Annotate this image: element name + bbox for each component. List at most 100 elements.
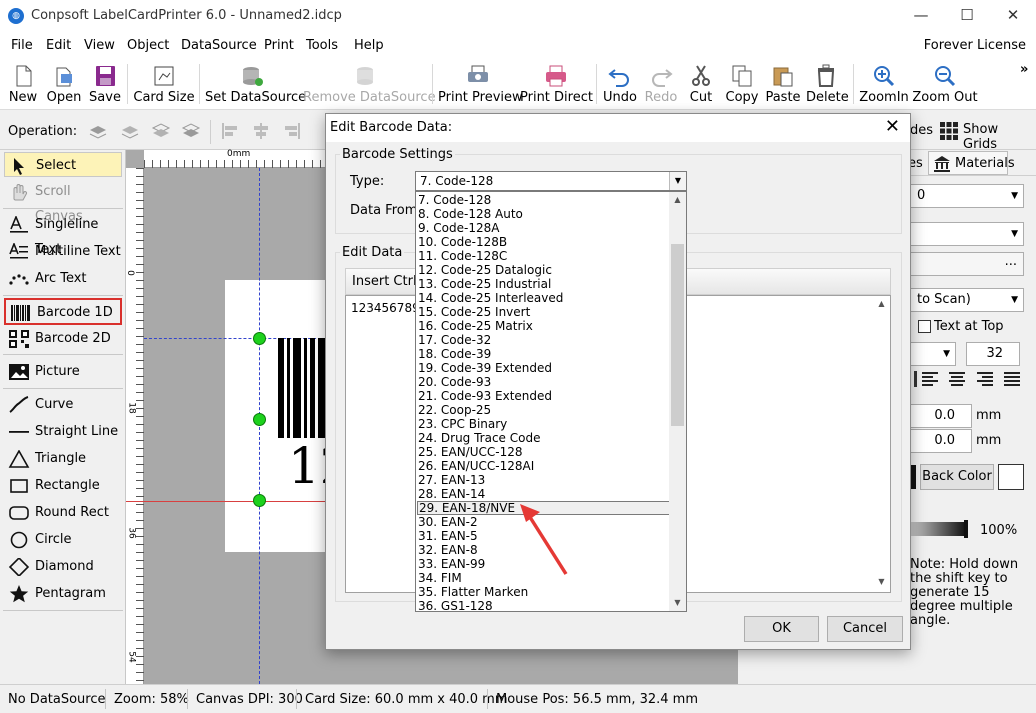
layer-up-icon[interactable] — [88, 122, 108, 140]
print-direct-button[interactable]: Print Direct — [520, 58, 593, 110]
menu-file[interactable]: File — [11, 38, 33, 53]
chevron-down-icon[interactable]: ▼ — [669, 172, 686, 190]
list-item[interactable]: 8. Code-128 Auto — [417, 207, 670, 221]
back-color-button[interactable]: Back Color — [920, 464, 994, 490]
resize-handle[interactable] — [253, 494, 266, 507]
list-item[interactable]: 25. EAN/UCC-128 — [417, 445, 670, 459]
text-align-icons[interactable] — [922, 371, 1028, 387]
dropdown-scrollbar[interactable]: ▲ ▼ — [669, 192, 686, 611]
minimize-button[interactable]: — — [898, 0, 944, 32]
list-item[interactable]: 23. CPC Binary — [417, 417, 670, 431]
align-right-icon[interactable] — [282, 122, 302, 140]
tool-barcode-1d[interactable]: Barcode 1D — [4, 298, 122, 325]
list-item[interactable]: 12. Code-25 Datalogic — [417, 263, 670, 277]
list-item[interactable]: 35. Flatter Marken — [417, 585, 670, 599]
remove-datasource-button[interactable]: Remove DataSource — [303, 58, 436, 110]
y-offset-stepper[interactable]: 0.0 — [910, 429, 972, 453]
zoom-in-button[interactable]: ZoomIn — [859, 58, 909, 110]
save-button[interactable]: Save — [88, 58, 122, 110]
close-button[interactable]: ✕ — [990, 0, 1036, 32]
tool-select[interactable]: Select — [4, 152, 122, 177]
list-item[interactable]: 13. Code-25 Industrial — [417, 277, 670, 291]
list-item[interactable]: 14. Code-25 Interleaved — [417, 291, 670, 305]
tool-curve[interactable]: Curve — [4, 392, 122, 417]
new-button[interactable]: New — [4, 58, 42, 110]
tool-pentagram[interactable]: Pentagram — [4, 581, 122, 606]
zoom-out-button[interactable]: Zoom Out — [912, 58, 978, 110]
back-color-swatch[interactable] — [998, 464, 1024, 490]
menu-view[interactable]: View — [84, 38, 115, 53]
list-item[interactable]: 27. EAN-13 — [417, 473, 670, 487]
tool-triangle[interactable]: Triangle — [4, 446, 122, 471]
list-item[interactable]: 10. Code-128B — [417, 235, 670, 249]
guides-label[interactable]: des — [910, 123, 933, 138]
tool-diamond[interactable]: Diamond — [4, 554, 122, 579]
resize-handle[interactable] — [253, 413, 266, 426]
barcode-type-select[interactable]: 0 ▼ — [910, 184, 1024, 208]
scroll-up-icon[interactable]: ▲ — [875, 298, 888, 310]
list-item[interactable]: 7. Code-128 — [417, 193, 670, 207]
maximize-button[interactable]: ☐ — [944, 0, 990, 32]
resize-handle[interactable] — [253, 332, 266, 345]
data-field[interactable]: ... — [910, 252, 1024, 276]
cancel-button[interactable]: Cancel — [827, 616, 903, 642]
toolbar-more-button[interactable]: » — [1020, 62, 1028, 77]
more-button[interactable]: ... — [1005, 251, 1017, 273]
list-item[interactable]: 18. Code-39 — [417, 347, 670, 361]
list-item[interactable]: 20. Code-93 — [417, 375, 670, 389]
layer-bottom-icon[interactable] — [181, 122, 201, 140]
align-center-icon[interactable] — [251, 122, 271, 140]
list-item[interactable]: 17. Code-32 — [417, 333, 670, 347]
tool-scroll-canvas[interactable]: Scroll Canvas — [4, 179, 122, 224]
tool-barcode-2d[interactable]: Barcode 2D — [4, 326, 122, 351]
tool-singleline-text[interactable]: Singleline Text — [4, 212, 122, 257]
cut-button[interactable]: Cut — [684, 58, 718, 110]
list-item[interactable]: 9. Code-128A — [417, 221, 670, 235]
tool-rectangle[interactable]: Rectangle — [4, 473, 122, 498]
open-button[interactable]: Open — [44, 58, 84, 110]
textarea-scrollbar[interactable]: ▲ ▼ — [873, 296, 890, 592]
text-at-top-checkbox[interactable] — [918, 320, 931, 333]
menu-object[interactable]: Object — [127, 38, 169, 53]
print-preview-button[interactable]: Print Preview — [438, 58, 523, 110]
list-item[interactable]: 21. Code-93 Extended — [417, 389, 670, 403]
redo-button[interactable]: Redo — [642, 58, 680, 110]
x-offset-stepper[interactable]: 0.0 — [910, 404, 972, 428]
set-datasource-button[interactable]: Set DataSource — [205, 58, 306, 110]
opacity-slider-thumb[interactable] — [964, 520, 968, 538]
ok-button[interactable]: OK — [744, 616, 819, 642]
layer-down-icon[interactable] — [151, 122, 171, 140]
list-item[interactable]: 16. Code-25 Matrix — [417, 319, 670, 333]
copy-button[interactable]: Copy — [722, 58, 762, 110]
tool-multiline-text[interactable]: Multiline Text — [4, 239, 122, 264]
list-item[interactable]: 26. EAN/UCC-128AI — [417, 459, 670, 473]
tool-round-rect[interactable]: Round Rect — [4, 500, 122, 525]
scan-mode-select[interactable]: to Scan) ▼ — [910, 288, 1024, 312]
paste-button[interactable]: Paste — [764, 58, 802, 110]
font-size-stepper[interactable]: 32 — [966, 342, 1020, 366]
layer-top-icon[interactable] — [120, 122, 140, 140]
scrollbar-thumb[interactable] — [671, 244, 684, 426]
list-item[interactable]: 22. Coop-25 — [417, 403, 670, 417]
tool-circle[interactable]: Circle — [4, 527, 122, 552]
tab-materials[interactable]: Materials — [928, 151, 1015, 175]
card-size-button[interactable]: Card Size — [133, 58, 195, 110]
scroll-down-icon[interactable]: ▼ — [671, 597, 684, 609]
menu-datasource[interactable]: DataSource — [181, 38, 257, 53]
menu-print[interactable]: Print — [264, 38, 294, 53]
dialog-close-icon[interactable]: ✕ — [885, 116, 900, 137]
delete-button[interactable]: Delete — [806, 58, 849, 110]
opacity-slider[interactable] — [910, 522, 966, 536]
scroll-up-icon[interactable]: ▲ — [671, 194, 684, 206]
menu-edit[interactable]: Edit — [46, 38, 71, 53]
scroll-down-icon[interactable]: ▼ — [875, 576, 888, 588]
align-partial-icon[interactable] — [914, 371, 917, 387]
tool-straight-line[interactable]: Straight Line — [4, 419, 122, 444]
list-item[interactable]: 11. Code-128C — [417, 249, 670, 263]
list-item[interactable]: 24. Drug Trace Code — [417, 431, 670, 445]
menu-help[interactable]: Help — [354, 38, 384, 53]
list-item[interactable]: 19. Code-39 Extended — [417, 361, 670, 375]
tool-picture[interactable]: Picture — [4, 359, 122, 384]
type-select[interactable]: 7. Code-128 ▼ — [415, 171, 687, 191]
list-item[interactable]: 36. GS1-128 — [417, 599, 670, 611]
